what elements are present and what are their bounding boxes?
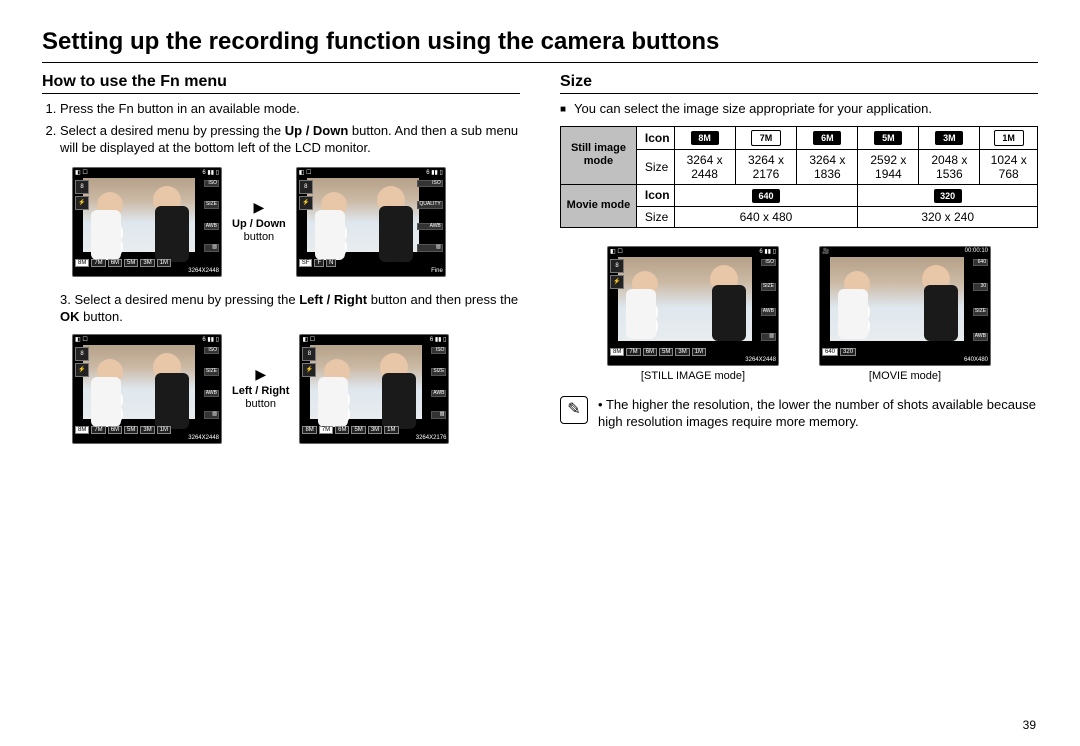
icon-1m: 1M (994, 130, 1024, 146)
icon-3m: 3M (935, 131, 963, 145)
note-row: ✎ • The higher the resolution, the lower… (560, 396, 1038, 431)
page-number: 39 (1023, 718, 1036, 732)
lcd-2a: ◧ ☐6 ▮▮ ▯ 8⚡ ISOSIZEAWB▨ 8M7M6M5M3M1M 32… (72, 334, 222, 444)
icon-320: 320 (934, 189, 962, 203)
icon-8m: 8M (691, 131, 719, 145)
movie-mode-header: Movie mode (561, 184, 637, 227)
btn2-sub: button (245, 398, 276, 410)
icon-640: 640 (752, 189, 780, 203)
btn1-sub: button (244, 231, 275, 243)
lcd-still: ◧ ☐6 ▮▮ ▯ 8⚡ ISOSIZEAWB▨ 8M7M6M5M3M1M 32… (607, 246, 779, 366)
screens-row-2: ◧ ☐6 ▮▮ ▯ 8⚡ ISOSIZEAWB▨ 8M7M6M5M3M1M 32… (72, 334, 520, 444)
size-intro-text: You can select the image size appropriat… (574, 100, 932, 118)
icon-7m: 7M (751, 130, 781, 146)
movie-icon-label: Icon (636, 184, 674, 206)
arrow-leftright: ▶ Left / Right button (232, 366, 289, 411)
bullet-square-icon: ■ (560, 103, 566, 118)
step-1: Press the Fn button in an available mode… (60, 100, 520, 118)
step-3: 3. Select a desired menu by pressing the… (60, 291, 520, 326)
step-2: Select a desired menu by pressing the Up… (60, 122, 520, 157)
still-icon-label: Icon (636, 126, 674, 149)
icon-6m: 6M (813, 131, 841, 145)
left-column: How to use the Fn menu Press the Fn butt… (42, 73, 520, 458)
lcd-1a: ◧ ☐6 ▮▮ ▯ 8⚡ ISOSIZEAWB▨ 8M7M6M5M3M1M 32… (72, 167, 222, 277)
step-2-bold: Up / Down (285, 123, 349, 138)
note-icon: ✎ (560, 396, 588, 424)
screens-row-1: ◧ ☐6 ▮▮ ▯ 8⚡ ISOSIZEAWB▨ 8M7M6M5M3M1M 32… (72, 167, 520, 277)
caption-still: [STILL IMAGE mode] (607, 370, 779, 382)
lcd-1b: ◧ ☐6 ▮▮ ▯ 8⚡ ISOQUALITYAWB▨ SFFN Fine (296, 167, 446, 277)
note-text: The higher the resolution, the lower the… (598, 397, 1036, 430)
still-size-label: Size (636, 149, 674, 184)
lcd-2b: ◧ ☐6 ▮▮ ▯ 8⚡ ISOSIZEAWB▨ 8M7M6M5M3M1M 32… (299, 334, 449, 444)
still-mode-header: Still image mode (561, 126, 637, 184)
size-table: Still image mode Icon 8M 7M 6M 5M 3M 1M … (560, 126, 1038, 228)
lcd-movie: 🎥00:00:10 64030SIZEAWB 640320 640X480 (819, 246, 991, 366)
btn2-bold: Left / Right (232, 385, 289, 397)
btn1-bold: Up / Down (232, 218, 286, 230)
right-heading: Size (560, 73, 1038, 94)
size-2: 3264 x 1836 (797, 149, 858, 184)
size-1: 3264 x 2176 (735, 149, 797, 184)
size-0: 3264 x 2448 (674, 149, 735, 184)
caption-movie: [MOVIE mode] (819, 370, 991, 382)
left-heading: How to use the Fn menu (42, 73, 520, 94)
size-4: 2048 x 1536 (919, 149, 980, 184)
movie-size-1: 320 x 240 (858, 206, 1038, 227)
icon-5m: 5M (874, 131, 902, 145)
movie-size-label: Size (636, 206, 674, 227)
page-title: Setting up the recording function using … (42, 28, 1038, 56)
movie-size-0: 640 x 480 (674, 206, 858, 227)
title-divider (42, 62, 1038, 63)
size-5: 1024 x 768 (980, 149, 1038, 184)
size-3: 2592 x 1944 (858, 149, 919, 184)
step-2-part-a: Select a desired menu by pressing the (60, 123, 285, 138)
right-column: Size ■ You can select the image size app… (560, 73, 1038, 458)
size-intro: ■ You can select the image size appropri… (560, 100, 1038, 118)
arrow-updown: ▶ Up / Down button (232, 199, 286, 244)
mode-thumbnails: ◧ ☐6 ▮▮ ▯ 8⚡ ISOSIZEAWB▨ 8M7M6M5M3M1M 32… (560, 246, 1038, 382)
